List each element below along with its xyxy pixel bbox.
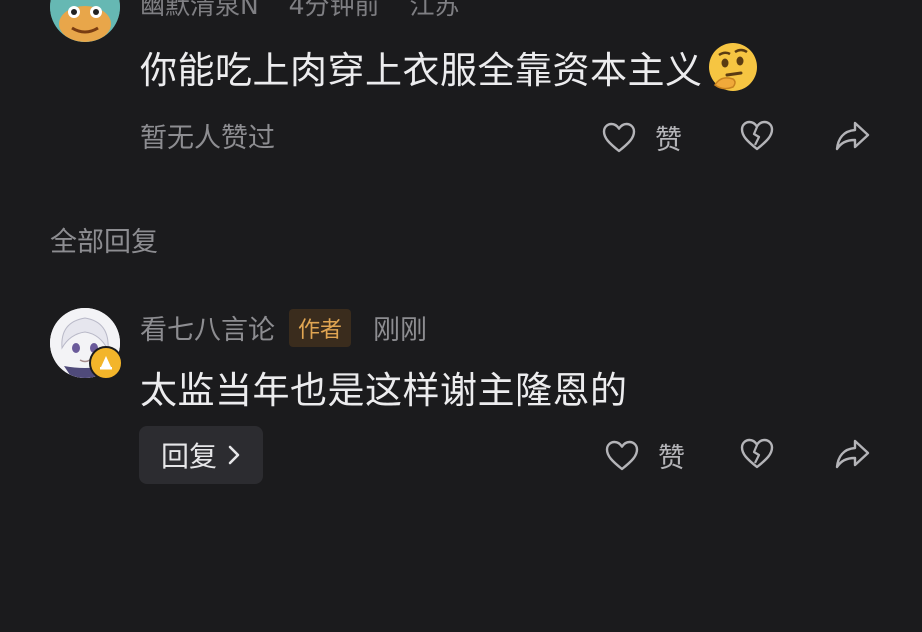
section-title: 全部回复 — [50, 227, 158, 258]
comment-time: 4分钟前 — [288, 0, 380, 20]
comment-username[interactable]: 幽默清泉N — [140, 0, 259, 20]
share-arrow-icon — [835, 121, 870, 151]
like-label: 赞 — [655, 125, 682, 156]
reply-time: 刚刚 — [373, 315, 428, 346]
avatar[interactable] — [50, 0, 120, 42]
comment-location: 江苏 — [409, 0, 460, 20]
reply-text: 太监当年也是这样谢主隆恩的 — [140, 369, 628, 412]
reply-username[interactable]: 看七八言论 — [140, 308, 275, 347]
like-button[interactable]: 赞 — [601, 118, 682, 157]
share-button[interactable] — [834, 118, 872, 154]
heart-outline-icon — [605, 440, 639, 470]
comment-text: 你能吃上肉穿上衣服全靠资本主义 — [140, 49, 703, 92]
comment-body: 你能吃上肉穿上衣服全靠资本主义 — [140, 40, 759, 94]
like-button[interactable]: 赞 — [604, 436, 685, 475]
like-label: 赞 — [658, 443, 685, 474]
comment-thread-page: 幽默清泉N 4分钟前 江苏 你能吃上肉穿上衣服全靠资本主义 暂无人赞过 赞 全部… — [0, 0, 922, 632]
reply-button[interactable]: 回复 — [139, 426, 263, 484]
dislike-button[interactable] — [739, 118, 775, 154]
share-button[interactable] — [834, 436, 872, 472]
broken-heart-icon — [740, 120, 774, 151]
heart-outline-icon — [602, 122, 636, 152]
reply-meta: 看七八言论 作者 刚刚 — [140, 308, 427, 347]
author-badge: 作者 — [289, 308, 352, 347]
broken-heart-icon — [740, 438, 774, 469]
dislike-button[interactable] — [739, 436, 775, 472]
reply-button-label: 回复 — [160, 440, 217, 473]
thinking-face-emoji — [707, 41, 759, 93]
likes-status: 暂无人赞过 — [140, 123, 275, 154]
chevron-right-icon — [228, 445, 240, 465]
comment-meta: 幽默清泉N 4分钟前 江苏 — [140, 0, 482, 22]
level-badge-icon — [89, 346, 123, 380]
share-arrow-icon — [835, 439, 870, 469]
monster-avatar-icon — [50, 0, 120, 42]
